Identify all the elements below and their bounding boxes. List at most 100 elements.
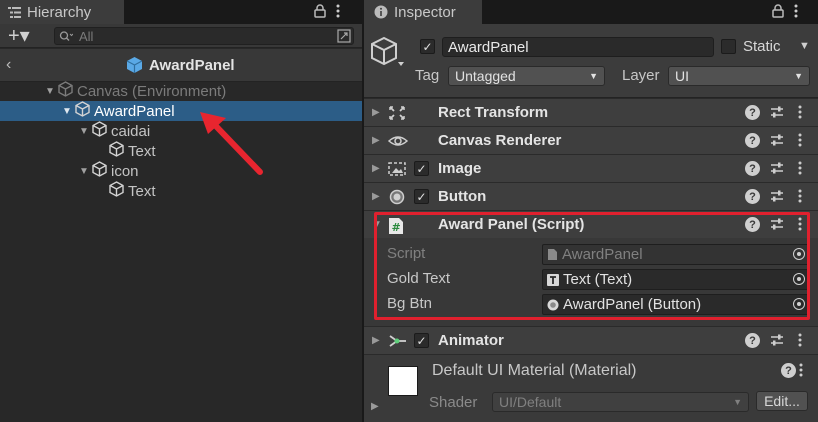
- material-title: Default UI Material (Material): [432, 362, 637, 379]
- foldout-collapsed-icon[interactable]: ▶: [372, 335, 380, 346]
- shader-dropdown[interactable]: UI/Default ▼: [492, 392, 749, 412]
- more-vertical-icon[interactable]: [798, 161, 802, 178]
- presets-icon[interactable]: [770, 105, 784, 122]
- component-enabled-checkbox[interactable]: ✓: [414, 333, 429, 348]
- lock-icon[interactable]: [314, 4, 326, 18]
- hierarchy-row-label: AwardPanel: [94, 102, 175, 120]
- foldout-expanded-icon[interactable]: ▼: [78, 166, 90, 177]
- hierarchy-row[interactable]: ▼ AwardPanel: [0, 101, 362, 121]
- component-title: Image: [438, 160, 482, 177]
- scene-visibility-icon[interactable]: [337, 29, 351, 43]
- more-vertical-icon[interactable]: [798, 333, 802, 350]
- gameobject-cube-icon: [58, 81, 73, 101]
- rect-transform-icon: [388, 105, 406, 121]
- image-icon: [388, 161, 406, 177]
- inspector-tab-label: Inspector: [394, 3, 456, 21]
- hierarchy-tab-actions: [314, 4, 340, 18]
- object-name-field[interactable]: AwardPanel: [442, 37, 714, 57]
- more-vertical-icon[interactable]: [798, 133, 802, 150]
- component-enabled-checkbox[interactable]: ✓: [414, 161, 429, 176]
- prefab-breadcrumb[interactable]: AwardPanel: [126, 56, 235, 74]
- hierarchy-tab[interactable]: Hierarchy: [0, 0, 124, 24]
- more-vertical-icon[interactable]: [798, 105, 802, 122]
- eye-icon: [387, 133, 409, 149]
- foldout-expanded-icon[interactable]: ▼: [44, 86, 56, 97]
- static-label: Static: [743, 38, 781, 55]
- hierarchy-row[interactable]: ▼ Canvas (Environment): [0, 81, 362, 101]
- component-enabled-checkbox[interactable]: ✓: [414, 189, 429, 204]
- layer-label: Layer: [622, 67, 660, 84]
- static-dropdown-icon[interactable]: ▼: [799, 40, 810, 52]
- presets-icon[interactable]: [770, 333, 784, 350]
- prefab-cube-icon: [126, 57, 143, 73]
- presets-icon[interactable]: [770, 161, 784, 178]
- static-checkbox[interactable]: [721, 39, 736, 54]
- component-title: Canvas Renderer: [438, 132, 562, 149]
- inspector-tab[interactable]: Inspector: [364, 0, 482, 24]
- foldout-collapsed-icon[interactable]: ▶: [372, 163, 380, 174]
- breadcrumb-title: AwardPanel: [149, 56, 235, 74]
- help-icon[interactable]: ?: [781, 363, 796, 378]
- component-header[interactable]: ▶ ✓ Animator?: [364, 326, 818, 354]
- search-placeholder: All: [79, 28, 94, 44]
- material-foldout-icon[interactable]: ▶: [371, 401, 379, 412]
- foldout-expanded-icon[interactable]: ▼: [78, 126, 90, 137]
- hierarchy-search-input[interactable]: All: [54, 27, 354, 45]
- help-icon[interactable]: ?: [745, 133, 760, 148]
- lock-icon[interactable]: [772, 4, 784, 18]
- component-header[interactable]: ▶ Canvas Renderer?: [364, 126, 818, 154]
- inspector-tab-actions: [772, 4, 798, 18]
- search-icon: [59, 31, 73, 41]
- gameobject-cube-icon: [109, 181, 124, 201]
- hierarchy-list-icon: [8, 6, 21, 18]
- foldout-collapsed-icon[interactable]: ▶: [372, 135, 380, 146]
- material-preview-swatch[interactable]: [388, 366, 418, 396]
- hierarchy-row-label: icon: [111, 162, 139, 180]
- more-vertical-icon[interactable]: [794, 4, 798, 18]
- button-icon: [388, 189, 406, 205]
- gameobject-cube-icon: [92, 121, 107, 141]
- hierarchy-row[interactable]: Text: [0, 181, 362, 201]
- back-chevron-icon[interactable]: ‹: [6, 56, 11, 74]
- help-icon[interactable]: ?: [745, 105, 760, 120]
- hierarchy-row[interactable]: Text: [0, 141, 362, 161]
- info-icon: [374, 5, 388, 19]
- hierarchy-row-label: Canvas (Environment): [77, 82, 227, 100]
- foldout-expanded-icon[interactable]: ▼: [61, 106, 73, 117]
- hierarchy-row[interactable]: ▼ caidai: [0, 121, 362, 141]
- shader-edit-button[interactable]: Edit...: [756, 391, 808, 411]
- hierarchy-row-label: Text: [128, 142, 156, 160]
- more-vertical-icon[interactable]: [798, 189, 802, 206]
- help-icon[interactable]: ?: [745, 189, 760, 204]
- gameobject-cube-icon[interactable]: [370, 36, 408, 72]
- tag-label: Tag: [415, 67, 440, 84]
- component-title: Animator: [438, 332, 504, 349]
- chevron-down-icon: ▼: [794, 71, 803, 81]
- tag-dropdown[interactable]: Untagged ▼: [448, 66, 605, 86]
- help-icon[interactable]: ?: [745, 333, 760, 348]
- foldout-collapsed-icon[interactable]: ▶: [372, 191, 380, 202]
- hierarchy-row-label: Text: [128, 182, 156, 200]
- component-header[interactable]: ▶ ✓ Image?: [364, 154, 818, 182]
- foldout-collapsed-icon[interactable]: ▶: [372, 107, 380, 118]
- hierarchy-tab-label: Hierarchy: [27, 3, 92, 21]
- gameobject-cube-icon: [75, 101, 90, 121]
- active-checkbox[interactable]: ✓: [420, 39, 435, 54]
- highlight-box: [374, 212, 810, 320]
- presets-icon[interactable]: [770, 133, 784, 150]
- add-object-button[interactable]: +▾: [8, 26, 30, 46]
- component-header[interactable]: ▶ Rect Transform?: [364, 98, 818, 126]
- component-header[interactable]: ▶ ✓ Button?: [364, 182, 818, 210]
- help-icon[interactable]: ?: [745, 161, 760, 176]
- more-vertical-icon[interactable]: [799, 363, 803, 377]
- hierarchy-row-label: caidai: [111, 122, 151, 140]
- more-vertical-icon[interactable]: [336, 4, 340, 18]
- tag-value: Untagged: [455, 68, 516, 84]
- hierarchy-row[interactable]: ▼ icon: [0, 161, 362, 181]
- animator-icon: [388, 333, 406, 349]
- presets-icon[interactable]: [770, 189, 784, 206]
- chevron-down-icon: ▼: [733, 397, 742, 407]
- chevron-down-icon: ▼: [589, 71, 598, 81]
- gameobject-header: [364, 24, 818, 98]
- layer-dropdown[interactable]: UI ▼: [668, 66, 810, 86]
